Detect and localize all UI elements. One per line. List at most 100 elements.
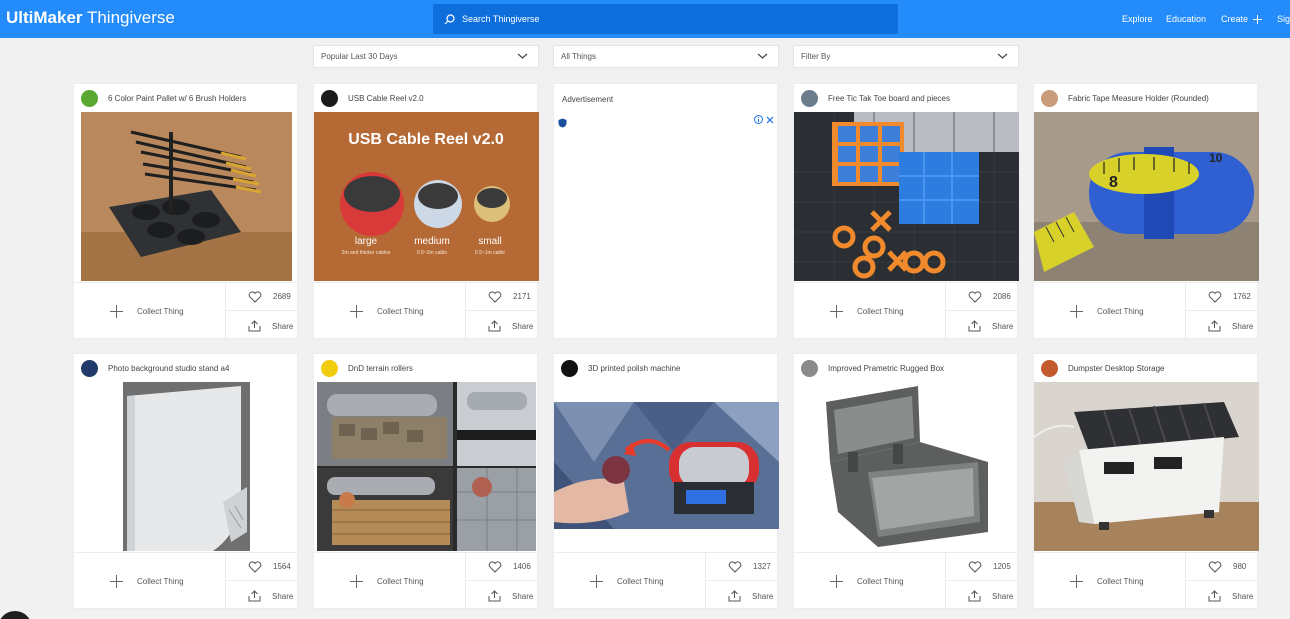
thing-image[interactable] (1034, 382, 1259, 551)
share-icon (968, 320, 981, 332)
avatar[interactable] (321, 89, 338, 107)
share-button[interactable]: Share (226, 312, 299, 340)
chevron-down-icon (757, 53, 768, 59)
like-button[interactable]: 1327 (706, 553, 779, 581)
advertisement-label: Advertisement (562, 95, 614, 104)
collect-button[interactable]: Collect Thing (554, 553, 705, 610)
advertisement-card[interactable]: Advertisement (553, 83, 778, 339)
thing-card[interactable]: Photo background studio stand a4 Collect… (73, 353, 299, 610)
image-size-note: 0.5~1m cable (475, 250, 505, 256)
thing-image[interactable] (81, 112, 292, 281)
plus-icon (1070, 305, 1083, 318)
card-title[interactable]: 6 Color Paint Pallet w/ 6 Brush Holders (108, 94, 246, 103)
thing-image[interactable] (808, 382, 1005, 551)
like-button[interactable]: 1205 (946, 553, 1019, 581)
thing-image[interactable]: 8 10 (1034, 112, 1259, 281)
thingiverse-logo[interactable]: UltiMaker Thingiverse (6, 8, 175, 28)
thing-image[interactable] (317, 382, 536, 551)
like-button[interactable]: 1564 (226, 553, 299, 581)
like-button[interactable]: 1406 (466, 553, 539, 581)
collect-button[interactable]: Collect Thing (74, 553, 225, 610)
avatar[interactable] (81, 359, 98, 377)
like-count: 1205 (993, 562, 1011, 571)
card-title[interactable]: Free Tic Tak Toe board and pieces (828, 94, 950, 103)
collect-button[interactable]: Collect Thing (74, 283, 225, 340)
card-title[interactable]: Improved Prametric Rugged Box (828, 364, 944, 373)
share-button[interactable]: Share (706, 582, 779, 610)
thing-card[interactable]: 6 Color Paint Pallet w/ 6 Brush Holders (73, 83, 299, 340)
collect-label: Collect Thing (1097, 307, 1144, 316)
like-button[interactable]: 1762 (1186, 283, 1259, 311)
card-header: Dumpster Desktop Storage (1034, 354, 1259, 382)
collect-button[interactable]: Collect Thing (1034, 553, 1185, 610)
avatar[interactable] (561, 359, 578, 377)
share-button[interactable]: Share (946, 582, 1019, 610)
card-title[interactable]: 3D printed polish machine (588, 364, 681, 373)
card-header: USB Cable Reel v2.0 (314, 84, 539, 112)
collect-button[interactable]: Collect Thing (1034, 283, 1185, 340)
thing-card[interactable]: Improved Prametric Rugged Box Collect Th… (793, 353, 1019, 610)
share-button[interactable]: Share (466, 582, 539, 610)
avatar[interactable] (1041, 89, 1058, 107)
adchoices-icon (754, 115, 763, 124)
like-count: 980 (1233, 562, 1247, 571)
share-button[interactable]: Share (946, 312, 1019, 340)
card-title[interactable]: DnD terrain rollers (348, 364, 413, 373)
share-icon (488, 590, 501, 602)
like-button[interactable]: 980 (1186, 553, 1259, 581)
heart-icon (488, 560, 502, 573)
thing-image[interactable] (554, 402, 779, 529)
chevron-down-icon (997, 53, 1008, 59)
like-count: 1762 (1233, 292, 1251, 301)
share-button[interactable]: Share (226, 582, 299, 610)
card-title[interactable]: Dumpster Desktop Storage (1068, 364, 1165, 373)
thing-image[interactable] (123, 382, 250, 551)
card-title[interactable]: Fabric Tape Measure Holder (Rounded) (1068, 94, 1209, 103)
nav-create[interactable]: Create (1221, 14, 1263, 24)
share-button[interactable]: Share (466, 312, 539, 340)
thing-card[interactable]: USB Cable Reel v2.0 USB Cable Reel v2.0 … (313, 83, 539, 340)
nav-sign-in[interactable]: Sig (1277, 14, 1290, 24)
share-button[interactable]: Share (1186, 312, 1259, 340)
sort-select[interactable]: Popular Last 30 Days (313, 45, 539, 68)
like-button[interactable]: 2171 (466, 283, 539, 311)
close-icon[interactable] (766, 116, 774, 124)
search-input[interactable]: Search Thingiverse (433, 4, 898, 34)
chat-widget-button[interactable] (0, 611, 32, 619)
avatar[interactable] (321, 359, 338, 377)
thing-card[interactable]: Dumpster Desktop Storage Collect Thing 9… (1033, 353, 1259, 610)
filter-select[interactable]: Filter By (793, 45, 1019, 68)
share-icon (968, 590, 981, 602)
avatar[interactable] (1041, 359, 1058, 377)
collect-button[interactable]: Collect Thing (314, 553, 465, 610)
avatar[interactable] (81, 89, 98, 107)
nav-explore[interactable]: Explore (1122, 14, 1153, 24)
like-count: 1564 (273, 562, 291, 571)
thing-card[interactable]: DnD terrain rollers Collect Thing 1406 S… (313, 353, 539, 610)
ad-choices[interactable] (754, 115, 774, 124)
share-label: Share (992, 591, 1014, 601)
thing-image[interactable]: USB Cable Reel v2.0 large medium small 2… (314, 112, 539, 281)
heart-icon (728, 560, 742, 573)
nav-education[interactable]: Education (1166, 14, 1206, 24)
avatar[interactable] (801, 89, 818, 107)
type-select[interactable]: All Things (553, 45, 779, 68)
thing-card[interactable]: Fabric Tape Measure Holder (Rounded) 8 1… (1033, 83, 1259, 340)
heart-icon (248, 560, 262, 573)
thing-card[interactable]: 3D printed polish machine Collect Thing (553, 353, 779, 610)
share-button[interactable]: Share (1186, 582, 1259, 610)
card-footer: Collect Thing 1564 Share (74, 552, 299, 610)
thing-image[interactable] (794, 112, 1019, 281)
collect-button[interactable]: Collect Thing (314, 283, 465, 340)
thing-card[interactable]: Free Tic Tak Toe board and pieces Collec… (793, 83, 1019, 340)
avatar[interactable] (801, 359, 818, 377)
heart-icon (488, 290, 502, 303)
sort-select-value: Popular Last 30 Days (321, 52, 398, 61)
like-button[interactable]: 2086 (946, 283, 1019, 311)
like-button[interactable]: 2689 (226, 283, 299, 311)
collect-button[interactable]: Collect Thing (794, 283, 945, 340)
card-title[interactable]: Photo background studio stand a4 (108, 364, 229, 373)
card-title[interactable]: USB Cable Reel v2.0 (348, 94, 424, 103)
collect-button[interactable]: Collect Thing (794, 553, 945, 610)
like-count: 2086 (993, 292, 1011, 301)
